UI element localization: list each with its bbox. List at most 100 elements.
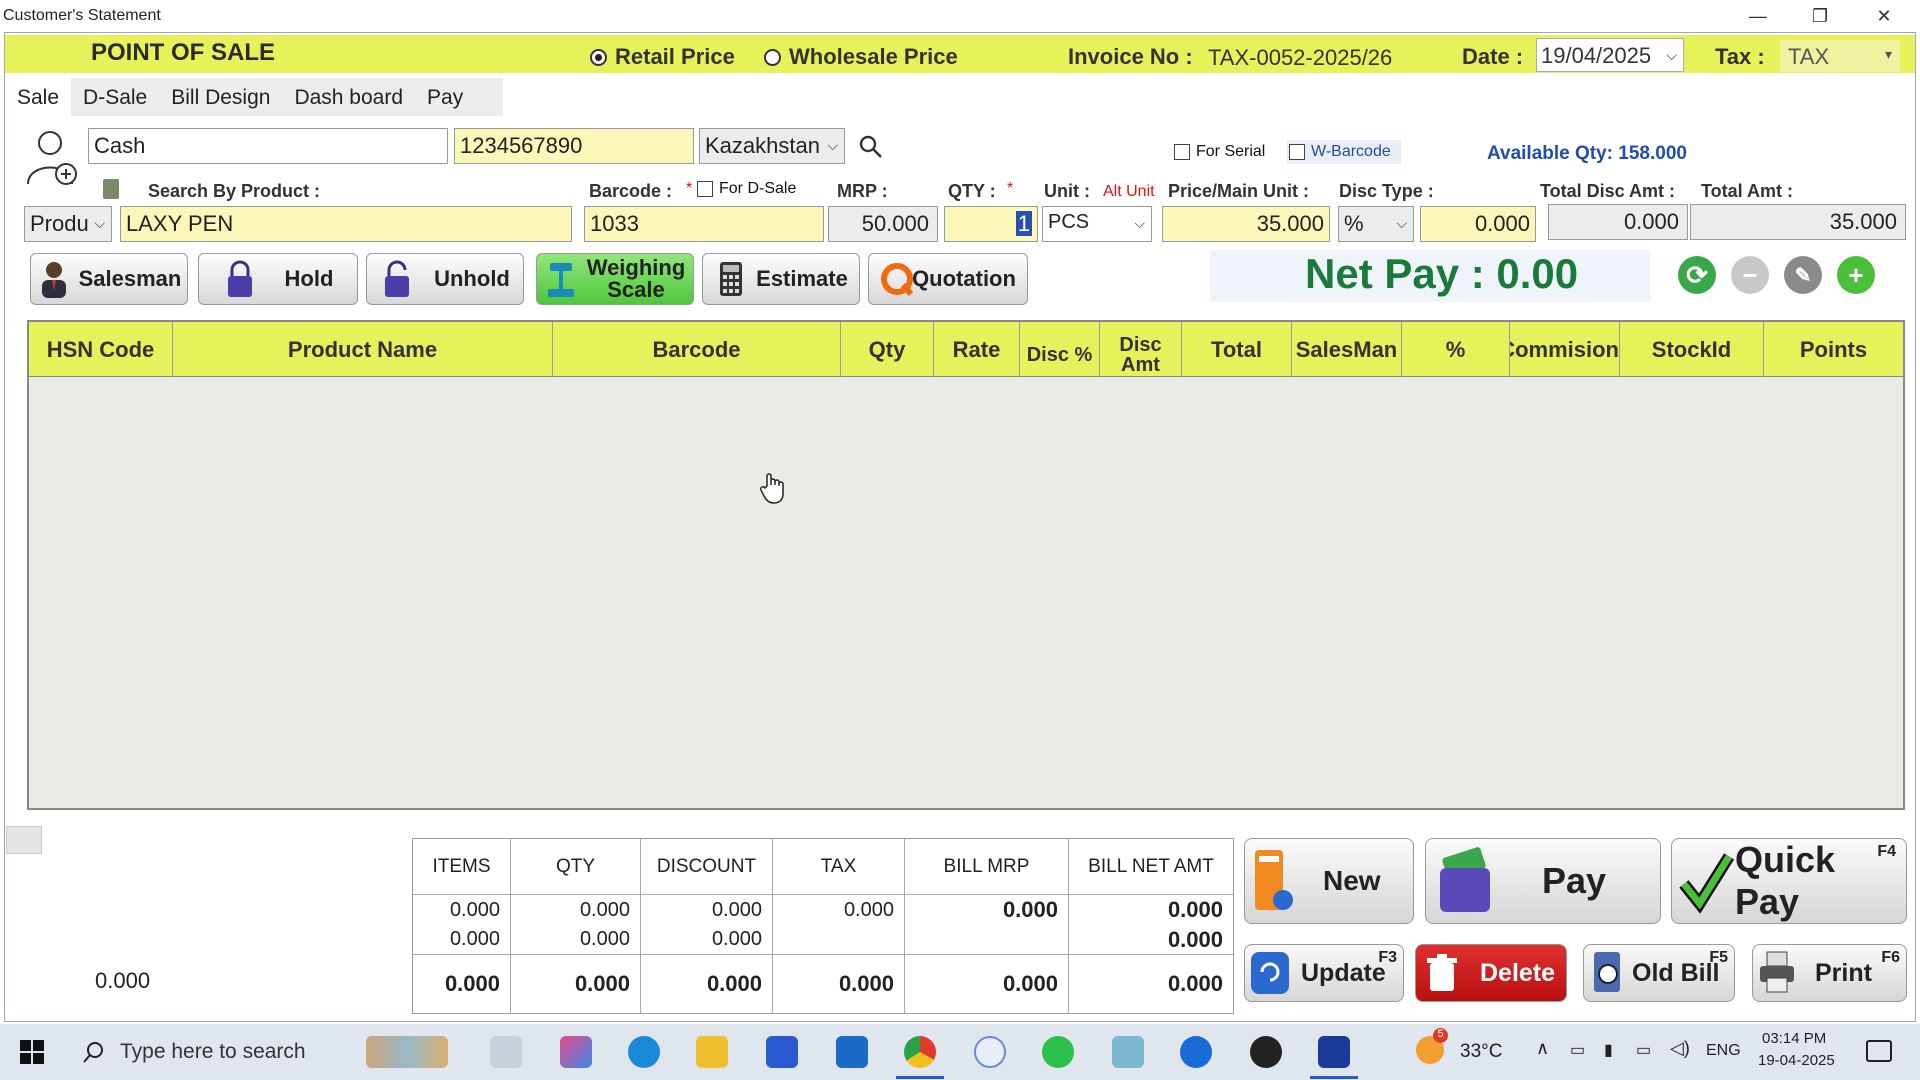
tax-label: Tax : <box>1715 44 1765 69</box>
search-highlight-icon[interactable] <box>366 1036 448 1068</box>
whatsapp-icon[interactable] <box>1042 1036 1074 1068</box>
windows-start-icon[interactable] <box>20 1040 44 1069</box>
add-icon[interactable]: + <box>1837 256 1875 294</box>
column-rate[interactable]: Rate <box>934 322 1020 377</box>
tab-pay[interactable]: Pay <box>415 78 504 116</box>
estimate-label: Estimate <box>756 266 848 291</box>
for-dsale-option[interactable]: For D-Sale <box>697 180 796 198</box>
column-percent[interactable]: % <box>1402 322 1510 377</box>
search-mode-value: Produ <box>30 211 89 236</box>
disc-value-input[interactable]: 0.000 <box>1420 206 1536 242</box>
column-product-name[interactable]: Product Name <box>173 322 553 377</box>
mrp-input[interactable]: 50.000 <box>828 206 938 242</box>
restore-button[interactable]: ❐ <box>1790 0 1850 32</box>
pay-button[interactable]: Pay <box>1425 838 1661 924</box>
for-serial-checkbox[interactable] <box>1174 143 1190 160</box>
for-dsale-checkbox[interactable] <box>697 180 713 197</box>
delete-button[interactable]: Delete <box>1415 944 1567 1002</box>
barcode-input[interactable]: 1033 <box>584 206 824 242</box>
for-serial-option[interactable]: For Serial <box>1174 143 1265 161</box>
print-button[interactable]: Print F6 <box>1752 944 1907 1002</box>
required-marker: * <box>686 180 693 197</box>
price-input[interactable]: 35.000 <box>1162 206 1330 242</box>
hold-button[interactable]: Hold <box>198 253 358 305</box>
country-select[interactable]: Kazakhstan ⌵ <box>699 128 845 164</box>
product-search-input[interactable]: LAXY PEN <box>120 206 572 242</box>
w-barcode-checkbox[interactable] <box>1289 143 1305 160</box>
clock-date[interactable]: 19-04-2025 <box>1758 1052 1835 1069</box>
quotation-icon <box>881 263 914 296</box>
old-bill-button[interactable]: Old Bill F5 <box>1583 944 1735 1002</box>
microphone-icon[interactable]: ▮ <box>1604 1040 1613 1060</box>
column-qty[interactable]: Qty <box>841 322 934 377</box>
column-disc-amt[interactable]: Disc Amt <box>1100 322 1182 377</box>
grid-header: HSN Code Product Name Barcode Qty Rate D… <box>29 322 1903 377</box>
search-mode-select[interactable]: Produ ⌵ <box>24 206 112 242</box>
network-icon[interactable]: ▭ <box>1636 1040 1651 1060</box>
remove-icon[interactable]: − <box>1731 256 1769 294</box>
column-disc-pct[interactable]: Disc % <box>1020 322 1100 377</box>
close-button[interactable]: ✕ <box>1854 0 1914 32</box>
date-picker[interactable]: 19/04/2025 ⌵ <box>1536 38 1684 72</box>
volume-icon[interactable]: ◁) <box>1670 1038 1690 1059</box>
clock-time[interactable]: 03:14 PM <box>1762 1030 1826 1047</box>
barcode-label: Barcode : <box>589 181 673 201</box>
add-customer-icon[interactable] <box>24 128 80 188</box>
column-hsn-code[interactable]: HSN Code <box>29 322 173 377</box>
file-explorer-icon[interactable] <box>696 1036 728 1068</box>
disc-type-select[interactable]: % ⌵ <box>1338 206 1414 242</box>
column-total[interactable]: Total <box>1182 322 1292 377</box>
tab-d-sale[interactable]: D-Sale <box>71 78 160 116</box>
snipping-tool-icon[interactable] <box>974 1036 1006 1068</box>
app-icon[interactable] <box>1112 1036 1144 1068</box>
tax-select[interactable]: TAX ▾ <box>1780 40 1900 72</box>
notifications-icon[interactable] <box>1866 1040 1892 1062</box>
alt-unit-link[interactable]: Alt Unit <box>1103 183 1155 201</box>
unit-select[interactable]: PCS ⌵ <box>1042 206 1152 242</box>
column-salesman[interactable]: SalesMan <box>1292 322 1402 377</box>
unlock-icon <box>385 260 410 297</box>
app-icon[interactable] <box>1250 1036 1282 1068</box>
estimate-button[interactable]: Estimate <box>702 253 860 305</box>
column-stockid[interactable]: StockId <box>1620 322 1764 377</box>
quick-pay-button[interactable]: Quick Pay F4 <box>1671 838 1907 924</box>
chevron-up-icon[interactable]: ∧ <box>1536 1038 1549 1059</box>
app-icon[interactable] <box>1180 1036 1212 1068</box>
tab-bar: Sale D-Sale Bill Design Dash board Pay <box>5 78 504 116</box>
tab-sale[interactable]: Sale <box>5 78 72 116</box>
task-view-icon[interactable] <box>490 1036 522 1068</box>
refresh-icon[interactable]: ⟳ <box>1678 256 1716 294</box>
wholesale-price-radio[interactable]: Wholesale Price <box>764 44 958 70</box>
customer-phone-input[interactable]: 1234567890 <box>454 128 694 164</box>
language-indicator[interactable]: ENG <box>1706 1042 1741 1060</box>
items-grid[interactable]: HSN Code Product Name Barcode Qty Rate D… <box>27 320 1905 810</box>
quotation-button[interactable]: Quotation <box>868 253 1028 305</box>
salesman-button[interactable]: Salesman <box>30 253 188 305</box>
copilot-icon[interactable] <box>560 1036 592 1068</box>
unhold-button[interactable]: Unhold <box>366 253 524 305</box>
summary-header: TAX <box>773 839 905 894</box>
outlook-icon[interactable] <box>836 1036 868 1068</box>
weighing-scale-button[interactable]: Weighing Scale <box>536 253 694 305</box>
minimize-button[interactable]: — <box>1728 0 1788 32</box>
tab-bill-design[interactable]: Bill Design <box>159 78 283 116</box>
edit-icon[interactable]: ✎ <box>1784 256 1822 294</box>
chrome-icon[interactable] <box>904 1036 936 1068</box>
customer-name-input[interactable]: Cash <box>88 128 448 164</box>
calculator-icon[interactable] <box>103 179 119 199</box>
qty-input[interactable]: 1 <box>944 206 1038 242</box>
update-button[interactable]: Update F3 <box>1244 944 1404 1002</box>
column-barcode[interactable]: Barcode <box>553 322 841 377</box>
pos-app-icon[interactable] <box>1318 1036 1350 1068</box>
retail-price-radio[interactable]: Retail Price <box>590 44 735 70</box>
device-icon[interactable]: ▭ <box>1570 1040 1585 1060</box>
search-icon[interactable] <box>858 134 884 165</box>
edge-icon[interactable] <box>628 1036 660 1068</box>
store-icon[interactable] <box>766 1036 798 1068</box>
taskbar-search[interactable]: Type here to search <box>82 1024 306 1080</box>
column-points[interactable]: Points <box>1764 322 1903 377</box>
w-barcode-option[interactable]: W-Barcode <box>1287 140 1401 164</box>
column-commision[interactable]: Commision <box>1510 322 1620 377</box>
new-button[interactable]: New <box>1244 838 1414 924</box>
tab-dash-board[interactable]: Dash board <box>282 78 416 116</box>
